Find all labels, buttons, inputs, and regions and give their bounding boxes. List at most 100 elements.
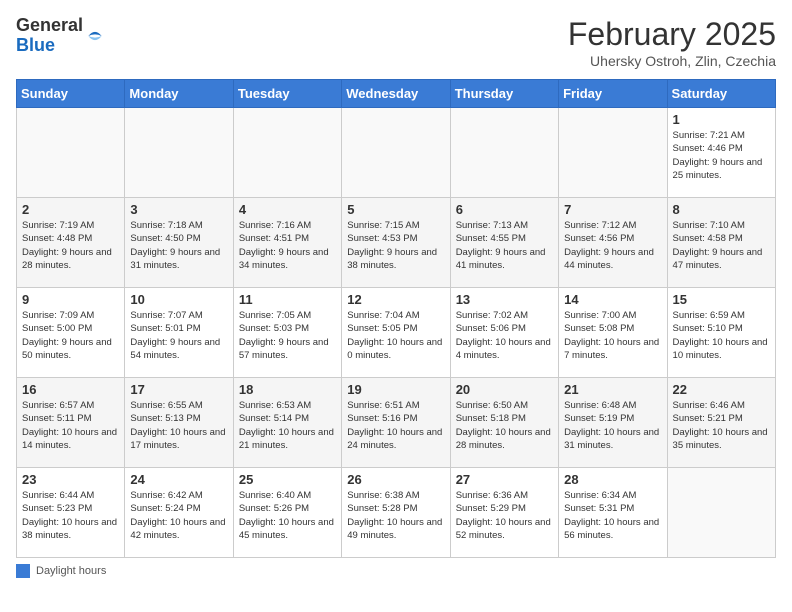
calendar-cell [450, 108, 558, 198]
weekday-monday: Monday [125, 80, 233, 108]
day-number: 24 [130, 472, 227, 487]
day-info: Sunrise: 7:18 AM Sunset: 4:50 PM Dayligh… [130, 219, 227, 272]
calendar-cell: 2 Sunrise: 7:19 AM Sunset: 4:48 PM Daylig… [17, 198, 125, 288]
day-info: Sunrise: 7:07 AM Sunset: 5:01 PM Dayligh… [130, 309, 227, 362]
calendar-cell: 7Sunrise: 7:12 AM Sunset: 4:56 PM Daylig… [559, 198, 667, 288]
weekday-friday: Friday [559, 80, 667, 108]
day-info: Sunrise: 6:53 AM Sunset: 5:14 PM Dayligh… [239, 399, 336, 452]
day-number: 4 [239, 202, 336, 217]
day-info: Sunrise: 6:55 AM Sunset: 5:13 PM Dayligh… [130, 399, 227, 452]
day-number: 8 [673, 202, 770, 217]
day-number: 12 [347, 292, 444, 307]
calendar-cell: 25Sunrise: 6:40 AM Sunset: 5:26 PM Dayli… [233, 468, 341, 558]
month-title: February 2025 [568, 16, 776, 53]
calendar-cell: 16 Sunrise: 6:57 AM Sunset: 5:11 PM Dayli… [17, 378, 125, 468]
calendar-cell: 21Sunrise: 6:48 AM Sunset: 5:19 PM Dayli… [559, 378, 667, 468]
day-info: Sunrise: 7:10 AM Sunset: 4:58 PM Dayligh… [673, 219, 770, 272]
calendar-cell: 6 Sunrise: 7:13 AM Sunset: 4:55 PM Daylig… [450, 198, 558, 288]
subtitle: Uhersky Ostroh, Zlin, Czechia [568, 53, 776, 69]
day-number: 26 [347, 472, 444, 487]
week-row-1: 1 Sunrise: 7:21 AM Sunset: 4:46 PM Daylig… [17, 108, 776, 198]
calendar-cell: 19Sunrise: 6:51 AM Sunset: 5:16 PM Dayli… [342, 378, 450, 468]
calendar-cell: 11 Sunrise: 7:05 AM Sunset: 5:03 PM Dayli… [233, 288, 341, 378]
day-number: 16 [22, 382, 119, 397]
day-info: Sunrise: 7:13 AM Sunset: 4:55 PM Dayligh… [456, 219, 553, 272]
day-number: 6 [456, 202, 553, 217]
day-number: 23 [22, 472, 119, 487]
day-number: 27 [456, 472, 553, 487]
calendar-cell: 27 Sunrise: 6:36 AM Sunset: 5:29 PM Dayli… [450, 468, 558, 558]
logo-text: General Blue [16, 16, 83, 56]
calendar-cell: 12 Sunrise: 7:04 AM Sunset: 5:05 PM Dayli… [342, 288, 450, 378]
weekday-sunday: Sunday [17, 80, 125, 108]
calendar-table: SundayMondayTuesdayWednesdayThursdayFrid… [16, 79, 776, 558]
day-info: Sunrise: 7:00 AM Sunset: 5:08 PM Dayligh… [564, 309, 661, 362]
day-info: Sunrise: 6:50 AM Sunset: 5:18 PM Dayligh… [456, 399, 553, 452]
day-number: 25 [239, 472, 336, 487]
day-number: 21 [564, 382, 661, 397]
day-info: Sunrise: 7:12 AM Sunset: 4:56 PM Dayligh… [564, 219, 661, 272]
day-number: 17 [130, 382, 227, 397]
page-header: General Blue February 2025 Uhersky Ostro… [16, 16, 776, 69]
calendar-cell [667, 468, 775, 558]
day-number: 13 [456, 292, 553, 307]
day-info: Sunrise: 7:02 AM Sunset: 5:06 PM Dayligh… [456, 309, 553, 362]
calendar-cell [125, 108, 233, 198]
day-number: 11 [239, 292, 336, 307]
calendar-cell: 20 Sunrise: 6:50 AM Sunset: 5:18 PM Dayli… [450, 378, 558, 468]
calendar-cell [233, 108, 341, 198]
weekday-thursday: Thursday [450, 80, 558, 108]
day-number: 10 [130, 292, 227, 307]
day-info: Sunrise: 7:19 AM Sunset: 4:48 PM Dayligh… [22, 219, 119, 272]
day-number: 18 [239, 382, 336, 397]
calendar-cell [17, 108, 125, 198]
week-row-4: 16 Sunrise: 6:57 AM Sunset: 5:11 PM Dayli… [17, 378, 776, 468]
day-info: Sunrise: 6:57 AM Sunset: 5:11 PM Dayligh… [22, 399, 119, 452]
legend: Daylight hours [16, 564, 776, 578]
legend-label: Daylight hours [36, 565, 106, 577]
calendar-cell: 14 Sunrise: 7:00 AM Sunset: 5:08 PM Dayli… [559, 288, 667, 378]
calendar-cell: 26Sunrise: 6:38 AM Sunset: 5:28 PM Dayli… [342, 468, 450, 558]
calendar-cell: 3 Sunrise: 7:18 AM Sunset: 4:50 PM Daylig… [125, 198, 233, 288]
day-number: 5 [347, 202, 444, 217]
calendar-cell [559, 108, 667, 198]
day-number: 2 [22, 202, 119, 217]
day-info: Sunrise: 7:21 AM Sunset: 4:46 PM Dayligh… [673, 129, 770, 182]
week-row-2: 2 Sunrise: 7:19 AM Sunset: 4:48 PM Daylig… [17, 198, 776, 288]
day-info: Sunrise: 7:05 AM Sunset: 5:03 PM Dayligh… [239, 309, 336, 362]
week-row-5: 23Sunrise: 6:44 AM Sunset: 5:23 PM Dayli… [17, 468, 776, 558]
day-info: Sunrise: 7:16 AM Sunset: 4:51 PM Dayligh… [239, 219, 336, 272]
day-number: 14 [564, 292, 661, 307]
weekday-tuesday: Tuesday [233, 80, 341, 108]
day-info: Sunrise: 6:36 AM Sunset: 5:29 PM Dayligh… [456, 489, 553, 542]
day-info: Sunrise: 6:34 AM Sunset: 5:31 PM Dayligh… [564, 489, 661, 542]
day-info: Sunrise: 7:15 AM Sunset: 4:53 PM Dayligh… [347, 219, 444, 272]
day-number: 28 [564, 472, 661, 487]
calendar-cell: 5 Sunrise: 7:15 AM Sunset: 4:53 PM Daylig… [342, 198, 450, 288]
calendar-body: 1 Sunrise: 7:21 AM Sunset: 4:46 PM Daylig… [17, 108, 776, 558]
day-number: 19 [347, 382, 444, 397]
day-info: Sunrise: 6:42 AM Sunset: 5:24 PM Dayligh… [130, 489, 227, 542]
calendar-cell: 23Sunrise: 6:44 AM Sunset: 5:23 PM Dayli… [17, 468, 125, 558]
day-number: 1 [673, 112, 770, 127]
calendar-cell: 1 Sunrise: 7:21 AM Sunset: 4:46 PM Daylig… [667, 108, 775, 198]
calendar-cell: 28 Sunrise: 6:34 AM Sunset: 5:31 PM Dayli… [559, 468, 667, 558]
day-info: Sunrise: 7:09 AM Sunset: 5:00 PM Dayligh… [22, 309, 119, 362]
calendar-cell: 9 Sunrise: 7:09 AM Sunset: 5:00 PM Daylig… [17, 288, 125, 378]
day-info: Sunrise: 7:04 AM Sunset: 5:05 PM Dayligh… [347, 309, 444, 362]
weekday-wednesday: Wednesday [342, 80, 450, 108]
calendar-cell: 22Sunrise: 6:46 AM Sunset: 5:21 PM Dayli… [667, 378, 775, 468]
calendar-cell: 18 Sunrise: 6:53 AM Sunset: 5:14 PM Dayli… [233, 378, 341, 468]
logo: General Blue [16, 16, 105, 56]
calendar-cell: 4 Sunrise: 7:16 AM Sunset: 4:51 PM Daylig… [233, 198, 341, 288]
day-number: 3 [130, 202, 227, 217]
weekday-header-row: SundayMondayTuesdayWednesdayThursdayFrid… [17, 80, 776, 108]
calendar-cell: 24 Sunrise: 6:42 AM Sunset: 5:24 PM Dayli… [125, 468, 233, 558]
weekday-saturday: Saturday [667, 80, 775, 108]
day-number: 20 [456, 382, 553, 397]
calendar-cell: 17 Sunrise: 6:55 AM Sunset: 5:13 PM Dayli… [125, 378, 233, 468]
day-number: 9 [22, 292, 119, 307]
legend-box [16, 564, 30, 578]
day-number: 22 [673, 382, 770, 397]
calendar-cell: 15Sunrise: 6:59 AM Sunset: 5:10 PM Dayli… [667, 288, 775, 378]
